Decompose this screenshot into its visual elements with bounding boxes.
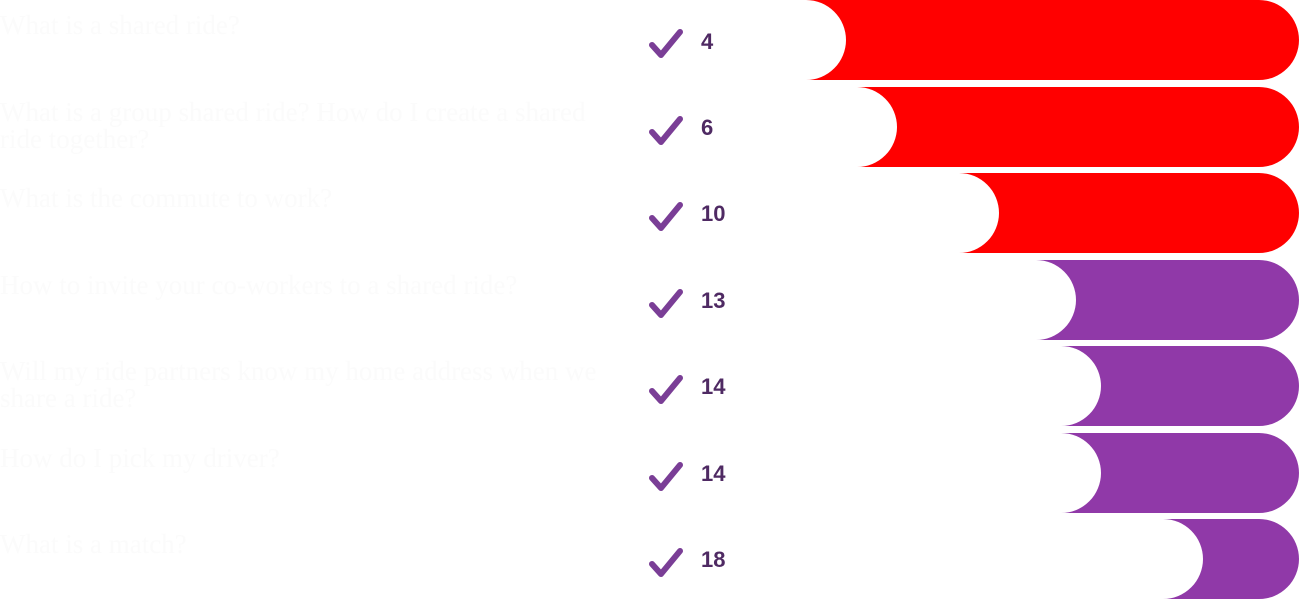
chart-row: What is a shared ride? 4 [0,0,1300,80]
bar-track [696,346,1299,426]
bar-track [696,173,1299,253]
category-label: How to invite your co-workers to a share… [0,270,518,300]
chart-row: What is a group shared ride? How do I cr… [0,87,1300,167]
checkmark-icon [648,547,684,579]
bar-track [696,87,1299,167]
checkmark-icon [648,28,684,60]
checkmark-icon [648,115,684,147]
data-label: 18 [701,547,726,572]
bar-track [696,260,1299,340]
bar-value-area [696,87,897,167]
data-label: 6 [701,115,714,140]
bar-track [696,433,1299,513]
chart-row: What is a match? 18 [0,519,1300,599]
data-label: 13 [701,288,726,313]
bar-value-area [696,433,1101,513]
checkmark-icon [648,461,684,493]
bar-value-area [696,260,1076,340]
data-label: 14 [701,461,726,486]
category-label: What is the commute to work? [0,183,333,213]
category-label: What is a group shared ride? How do I cr… [0,97,586,154]
bar-chart: What is a shared ride? 4 What is a group s… [0,0,1300,602]
chart-row: How to invite your co-workers to a share… [0,260,1300,340]
data-label: 4 [701,29,714,54]
bar-value-area [696,519,1203,599]
chart-row: How do I pick my driver? 14 [0,433,1300,513]
checkmark-icon [648,288,684,320]
data-label: 10 [701,201,726,226]
bar-value-area [696,173,999,253]
bar-track [696,0,1299,80]
data-label: 14 [701,374,726,399]
category-label: What is a shared ride? [0,10,240,40]
category-label: How do I pick my driver? [0,443,280,473]
checkmark-icon [648,201,684,233]
bar-track [696,519,1299,599]
checkmark-icon [648,374,684,406]
category-label: Will my ride partners know my home addre… [0,356,597,413]
bar-value-area [696,0,846,80]
bar-value-area [696,346,1101,426]
chart-row: Will my ride partners know my home addre… [0,346,1300,426]
chart-row: What is the commute to work? 10 [0,173,1300,253]
category-label: What is a match? [0,529,187,559]
